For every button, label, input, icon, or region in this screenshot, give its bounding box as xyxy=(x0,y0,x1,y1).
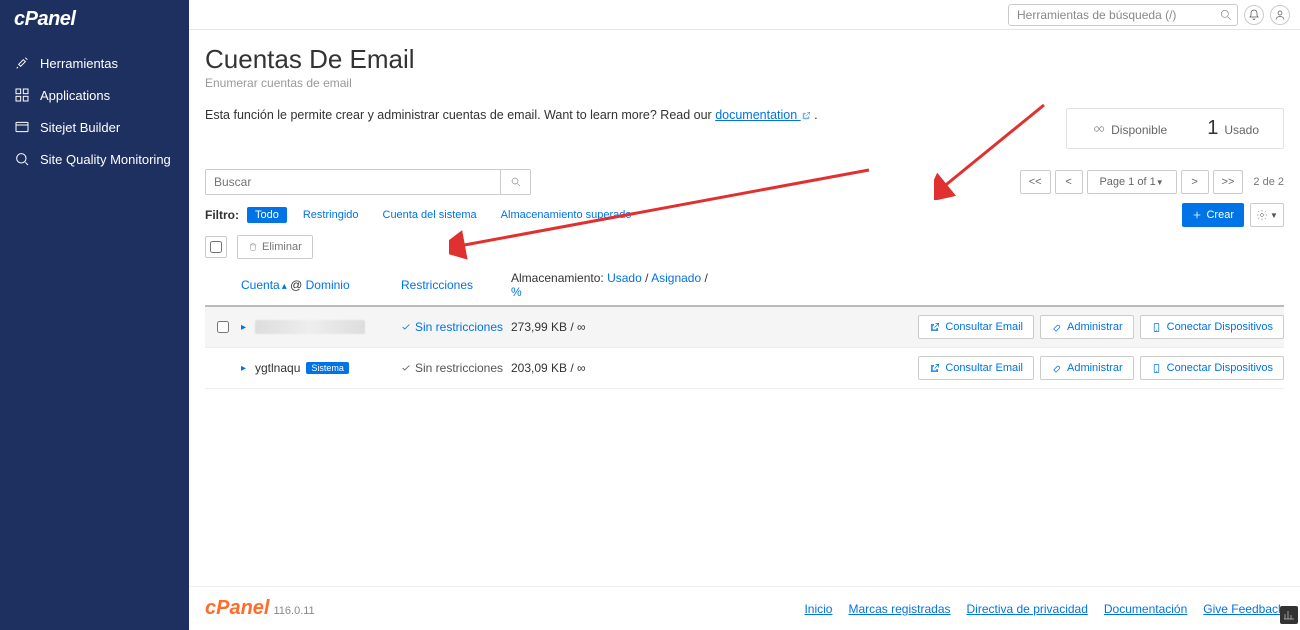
row-account: ygtlnaqu Sistema xyxy=(255,361,401,375)
filter-label: Filtro: xyxy=(205,208,239,222)
sort-percent[interactable]: % xyxy=(511,285,522,299)
notifications-button[interactable] xyxy=(1244,5,1264,25)
footer-link-docs[interactable]: Documentación xyxy=(1104,602,1187,616)
user-icon xyxy=(1274,9,1286,21)
topbar xyxy=(189,0,1300,30)
connect-devices-button[interactable]: Conectar Dispositivos xyxy=(1140,315,1284,339)
sort-assigned[interactable]: Asignado xyxy=(651,271,701,285)
footer-link-trademarks[interactable]: Marcas registradas xyxy=(848,602,950,616)
footer: cPanel 116.0.11 Inicio Marcas registrada… xyxy=(189,586,1300,630)
list-search-input[interactable] xyxy=(205,169,501,195)
search-icon xyxy=(510,176,522,188)
row-storage: 273,99 KB / ∞ xyxy=(511,320,711,334)
table-header: Cuenta▴ @ Dominio Restricciones Almacena… xyxy=(205,265,1284,307)
footer-link-privacy[interactable]: Directiva de privacidad xyxy=(967,602,1088,616)
sidebar-nav: Herramientas Applications Sitejet Builde… xyxy=(0,39,189,175)
row-restriction: Sin restricciones xyxy=(401,361,511,375)
sidebar-item-label: Sitejet Builder xyxy=(40,120,120,135)
manage-button[interactable]: Administrar xyxy=(1040,356,1134,380)
list-search-button[interactable] xyxy=(501,169,531,195)
row-restriction[interactable]: Sin restricciones xyxy=(401,320,511,334)
documentation-link[interactable]: documentation xyxy=(715,108,811,122)
check-icon xyxy=(401,322,411,332)
sidebar-item-label: Herramientas xyxy=(40,56,118,71)
apps-icon xyxy=(14,87,30,103)
expand-row[interactable]: ▸ xyxy=(241,322,255,333)
footer-link-home[interactable]: Inicio xyxy=(804,602,832,616)
pager-last[interactable]: >> xyxy=(1213,170,1244,194)
pager-prev[interactable]: < xyxy=(1055,170,1083,194)
external-link-icon xyxy=(929,322,940,333)
expand-row[interactable]: ▸ xyxy=(241,363,255,374)
builder-icon xyxy=(14,119,30,135)
sort-used[interactable]: Usado xyxy=(607,271,642,285)
device-icon xyxy=(1151,322,1162,333)
search-icon[interactable] xyxy=(1218,7,1234,23)
sidebar: cPanel Herramientas Applications Sitejet… xyxy=(0,0,189,630)
wrench-icon xyxy=(1051,363,1062,374)
external-link-icon xyxy=(929,363,940,374)
device-icon xyxy=(1151,363,1162,374)
page-title: Cuentas De Email xyxy=(205,44,1284,75)
pager-count: 2 de 2 xyxy=(1253,176,1284,188)
row-checkbox[interactable] xyxy=(217,321,229,333)
table-row: ▸ Sin restricciones 273,99 KB / ∞ Consul… xyxy=(205,307,1284,348)
sort-domain[interactable]: Dominio xyxy=(306,278,350,292)
sidebar-item-herramientas[interactable]: Herramientas xyxy=(0,47,189,79)
sort-account[interactable]: Cuenta▴ xyxy=(241,278,287,292)
create-button[interactable]: Crear xyxy=(1182,203,1244,227)
row-storage: 203,09 KB / ∞ xyxy=(511,361,711,375)
check-email-button[interactable]: Consultar Email xyxy=(918,315,1034,339)
settings-button[interactable]: ▼ xyxy=(1250,203,1284,227)
bell-icon xyxy=(1248,9,1260,21)
intro-text: Esta función le permite crear y administ… xyxy=(205,108,818,122)
page-subtitle: Enumerar cuentas de email xyxy=(205,76,1284,90)
manage-button[interactable]: Administrar xyxy=(1040,315,1134,339)
select-all-checkbox[interactable] xyxy=(210,241,222,253)
pager-first[interactable]: << xyxy=(1020,170,1051,194)
tools-icon xyxy=(14,55,30,71)
filter-over-quota[interactable]: Almacenamiento superado xyxy=(493,207,640,223)
system-badge: Sistema xyxy=(306,362,349,374)
stats-card: Disponible 1 Usado xyxy=(1066,108,1284,149)
external-link-icon xyxy=(801,111,811,121)
sidebar-item-label: Applications xyxy=(40,88,110,103)
infinity-icon xyxy=(1091,122,1105,136)
wrench-icon xyxy=(1051,322,1062,333)
global-search-input[interactable] xyxy=(1008,4,1238,26)
footer-version: 116.0.11 xyxy=(273,605,314,617)
sidebar-item-quality[interactable]: Site Quality Monitoring xyxy=(0,143,189,175)
sidebar-item-sitejet[interactable]: Sitejet Builder xyxy=(0,111,189,143)
pager-page-select[interactable]: Page 1 of 1 ▼ xyxy=(1087,170,1177,194)
sidebar-item-label: Site Quality Monitoring xyxy=(40,152,171,167)
check-email-button[interactable]: Consultar Email xyxy=(918,356,1034,380)
delete-button[interactable]: Eliminar xyxy=(237,235,313,259)
monitor-icon xyxy=(14,151,30,167)
footer-link-feedback[interactable]: Give Feedback xyxy=(1203,602,1284,616)
footer-logo: cPanel xyxy=(205,597,269,620)
filter-system[interactable]: Cuenta del sistema xyxy=(375,207,485,223)
email-table: Cuenta▴ @ Dominio Restricciones Almacena… xyxy=(205,265,1284,389)
pager: << < Page 1 of 1 ▼ > >> xyxy=(1020,170,1244,194)
stats-available: Disponible xyxy=(1091,120,1167,137)
filter-all[interactable]: Todo xyxy=(247,207,287,223)
sort-restrictions[interactable]: Restricciones xyxy=(401,278,473,292)
feedback-widget[interactable] xyxy=(1280,606,1298,624)
row-account xyxy=(255,320,401,334)
brand-logo: cPanel xyxy=(0,0,189,39)
check-icon xyxy=(401,363,411,373)
gear-icon xyxy=(1256,209,1268,221)
user-menu-button[interactable] xyxy=(1270,5,1290,25)
select-all-wrap[interactable] xyxy=(205,236,227,258)
table-row: ▸ ygtlnaqu Sistema Sin restricciones 203… xyxy=(205,348,1284,389)
stats-used: 1 Usado xyxy=(1207,117,1259,140)
chart-icon xyxy=(1283,609,1295,621)
plus-icon xyxy=(1192,210,1202,220)
sidebar-item-applications[interactable]: Applications xyxy=(0,79,189,111)
connect-devices-button[interactable]: Conectar Dispositivos xyxy=(1140,356,1284,380)
trash-icon xyxy=(248,242,258,252)
pager-next[interactable]: > xyxy=(1181,170,1209,194)
filter-restricted[interactable]: Restringido xyxy=(295,207,367,223)
